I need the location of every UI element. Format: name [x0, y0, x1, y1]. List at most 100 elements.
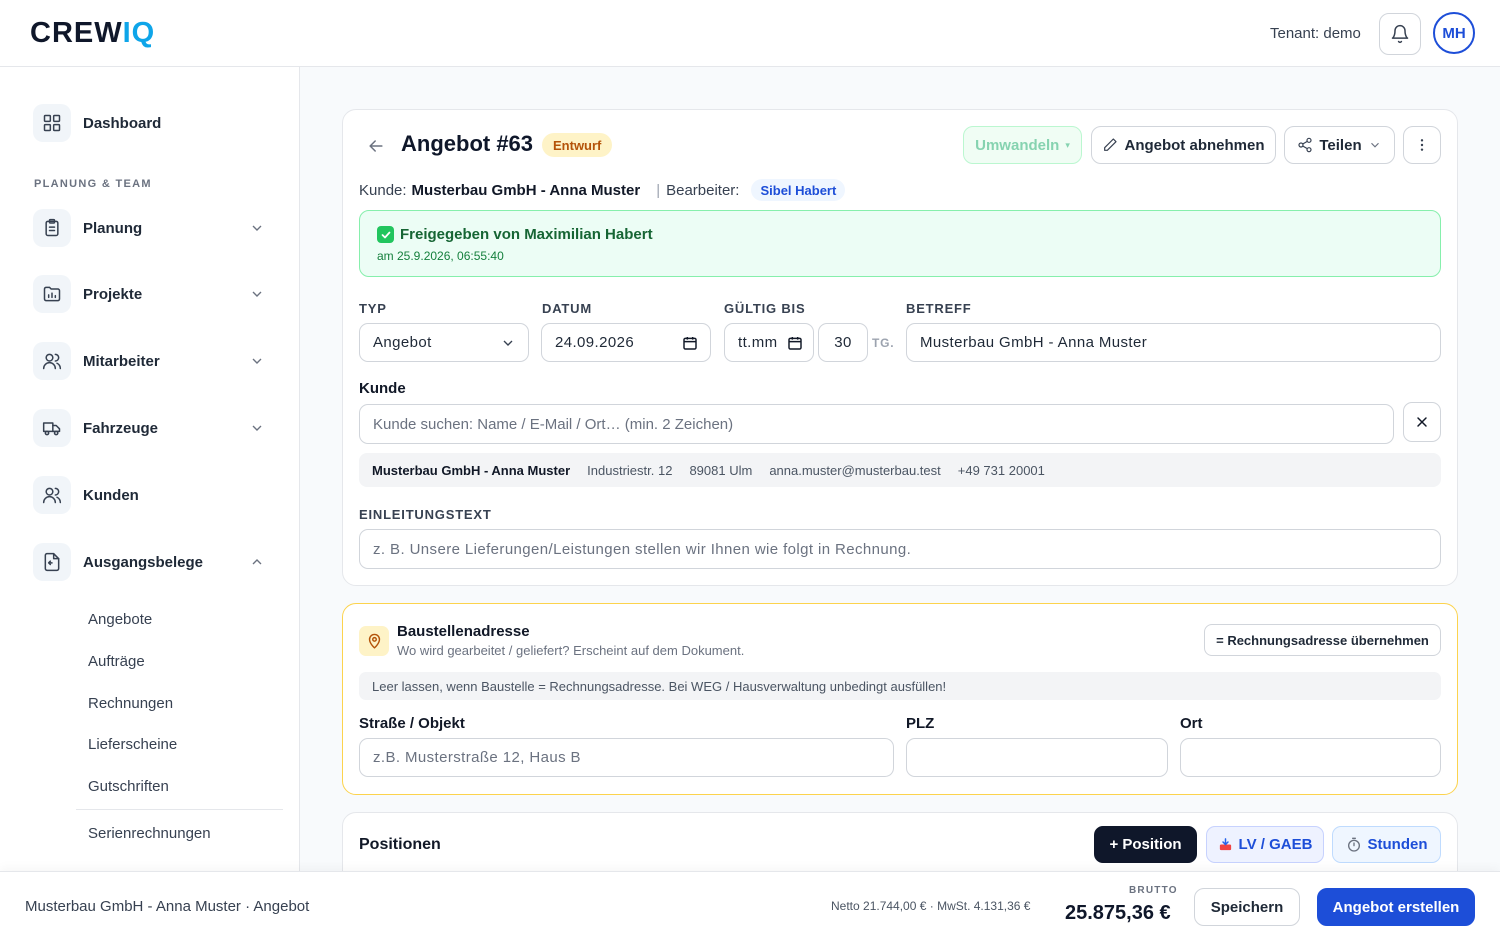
kunde-label: Kunde: [359, 380, 406, 397]
typ-value: Angebot: [373, 334, 432, 351]
sidebar-item-label: Fahrzeuge: [83, 419, 159, 437]
datum-label: DATUM: [542, 301, 592, 316]
chevron-down-icon: [1370, 142, 1379, 148]
calendar-icon: [683, 337, 697, 350]
site-address-subtitle: Wo wird gearbeitet / geliefert? Erschein…: [397, 643, 745, 658]
ort-label: Ort: [1180, 715, 1203, 732]
site-address-hint: Leer lassen, wenn Baustelle = Rechnungsa…: [359, 672, 1441, 700]
share-icon: [1298, 137, 1312, 153]
brutto-total: 25.875,36 €: [1065, 902, 1171, 924]
sidebar-item-label: Kunden: [83, 486, 139, 504]
selected-customer-phone: +49 731 20001: [957, 462, 1045, 478]
sidebar-item-dashboard[interactable]: Dashboard: [33, 103, 273, 143]
truck-icon: [33, 409, 71, 447]
sidebar-item-label: Ausgangsbelege: [83, 553, 204, 571]
sidebar-subitem-rechnungen[interactable]: Rechnungen: [88, 695, 173, 712]
copy-billing-address-button[interactable]: = Rechnungsadresse übernehmen: [1204, 624, 1441, 656]
betreff-value: Musterbau GmbH - Anna Muster: [920, 334, 1148, 351]
validity-days-input[interactable]: 30: [818, 323, 868, 362]
ort-input[interactable]: [1180, 738, 1441, 777]
more-vertical-icon: [1420, 139, 1424, 151]
tenant-label: Tenant: demo: [1270, 25, 1361, 42]
inbox-icon: [1219, 838, 1231, 851]
datum-input[interactable]: 24.09.2026: [541, 323, 711, 362]
customer-label: Kunde:: [359, 181, 407, 199]
selected-customer-street: Industriestr. 12: [587, 462, 673, 478]
gueltig-value: tt.mm: [738, 334, 778, 351]
sidebar-item-ausgangsbelege[interactable]: Ausgangsbelege: [33, 542, 273, 582]
document-summary: Musterbau GmbH - Anna Muster · Angebot: [25, 898, 310, 915]
customer-search-input[interactable]: Kunde suchen: Name / E-Mail / Ort… (min.…: [359, 404, 1394, 444]
share-button[interactable]: Teilen: [1284, 126, 1395, 164]
share-label: Teilen: [1319, 136, 1362, 154]
typ-label: TYP: [359, 301, 387, 316]
intro-text-input[interactable]: z. B. Unsere Lieferungen/Leistungen stel…: [359, 529, 1441, 569]
sidebar-subitem-auftraege[interactable]: Aufträge: [88, 653, 145, 670]
datum-value: 24.09.2026: [555, 334, 635, 351]
chevron-down-icon: [252, 425, 262, 431]
add-position-button[interactable]: + Position: [1094, 826, 1197, 863]
sidebar-item-fahrzeuge[interactable]: Fahrzeuge: [33, 408, 273, 448]
hours-button[interactable]: Stunden: [1332, 826, 1441, 863]
netto-tax-summary: Netto 21.744,00 € · MwSt. 4.131,36 €: [831, 899, 1031, 913]
logo[interactable]: CREWIQ: [30, 17, 155, 50]
betreff-input[interactable]: Musterbau GmbH - Anna Muster: [906, 323, 1441, 362]
sidebar-item-projekte[interactable]: Projekte: [33, 274, 273, 314]
gueltig-label: GÜLTIG BIS: [724, 301, 806, 316]
save-button[interactable]: Speichern: [1194, 888, 1300, 926]
back-arrow-icon[interactable]: [366, 136, 386, 156]
approval-title-text: Freigegeben von Maximilian Habert: [400, 226, 653, 243]
plz-label: PLZ: [906, 715, 935, 732]
users-icon: [33, 342, 71, 380]
chevron-down-icon: [503, 340, 513, 346]
selected-customer-city: 89081 Ulm: [689, 462, 753, 478]
notifications-button[interactable]: [1379, 13, 1421, 55]
approval-banner: Freigegeben von Maximilian Habert am 25.…: [359, 210, 1441, 277]
top-bar: CREWIQ Tenant: demo MH: [0, 0, 1500, 67]
typ-select[interactable]: Angebot: [359, 323, 529, 362]
selected-customer-name: Musterbau GmbH - Anna Muster: [372, 462, 571, 478]
convert-button-label: Umwandeln: [975, 136, 1060, 154]
grid-icon: [33, 104, 71, 142]
brutto-label: BRUTTO: [1129, 885, 1178, 896]
accept-offer-button[interactable]: Angebot abnehmen: [1091, 126, 1276, 164]
check-icon: [377, 226, 394, 243]
validity-days-value: 30: [834, 334, 852, 351]
page-title: Angebot #63: [401, 131, 534, 156]
status-badge: Entwurf: [542, 133, 613, 157]
create-offer-button[interactable]: Angebot erstellen: [1317, 888, 1475, 926]
bottom-action-bar: Musterbau GmbH - Anna Muster · Angebot N…: [0, 871, 1500, 938]
clear-customer-button[interactable]: [1403, 402, 1441, 442]
lv-gaeb-button[interactable]: LV / GAEB: [1206, 826, 1324, 863]
gueltig-bis-input[interactable]: tt.mm: [724, 323, 814, 362]
street-input[interactable]: z.B. Musterstraße 12, Haus B: [359, 738, 894, 777]
sidebar-item-kunden[interactable]: Kunden: [33, 475, 273, 515]
sidebar-item-label: Projekte: [83, 285, 143, 303]
plz-input[interactable]: [906, 738, 1168, 777]
user-avatar[interactable]: MH: [1433, 12, 1475, 54]
meta-separator: |: [656, 181, 661, 199]
calendar-icon: [788, 337, 802, 350]
sidebar-subitem-lieferscheine[interactable]: Lieferscheine: [88, 736, 177, 753]
chevron-down-icon: [252, 291, 262, 297]
pencil-icon: [1104, 138, 1118, 151]
intro-label: EINLEITUNGSTEXT: [359, 507, 492, 522]
sidebar-item-mitarbeiter[interactable]: Mitarbeiter: [33, 341, 273, 381]
sidebar-subitem-angebote[interactable]: Angebote: [88, 611, 152, 628]
sidebar-item-planung[interactable]: Planung: [33, 208, 273, 248]
sidebar-item-label: Dashboard: [83, 114, 162, 132]
chevron-down-icon: [252, 225, 262, 231]
site-address-title: Baustellenadresse: [397, 623, 530, 640]
sidebar-section-label: PLANUNG & TEAM: [34, 178, 152, 190]
clipboard-icon: [33, 209, 71, 247]
selected-customer: Musterbau GmbH - Anna Muster Industriest…: [359, 453, 1441, 487]
approval-date: am 25.9.2026, 06:55:40: [377, 249, 504, 263]
convert-button[interactable]: Umwandeln ▾: [963, 126, 1082, 164]
more-options-button[interactable]: [1403, 126, 1441, 164]
sidebar: Dashboard PLANUNG & TEAM Planung Projekt…: [0, 67, 300, 938]
editor-badge[interactable]: Sibel Habert: [751, 179, 846, 201]
sidebar-subitem-gutschriften[interactable]: Gutschriften: [88, 778, 169, 795]
accept-offer-label: Angebot abnehmen: [1124, 136, 1265, 154]
sidebar-subitem-serienrechnungen[interactable]: Serienrechnungen: [88, 825, 211, 842]
map-pin-icon: [359, 626, 389, 656]
